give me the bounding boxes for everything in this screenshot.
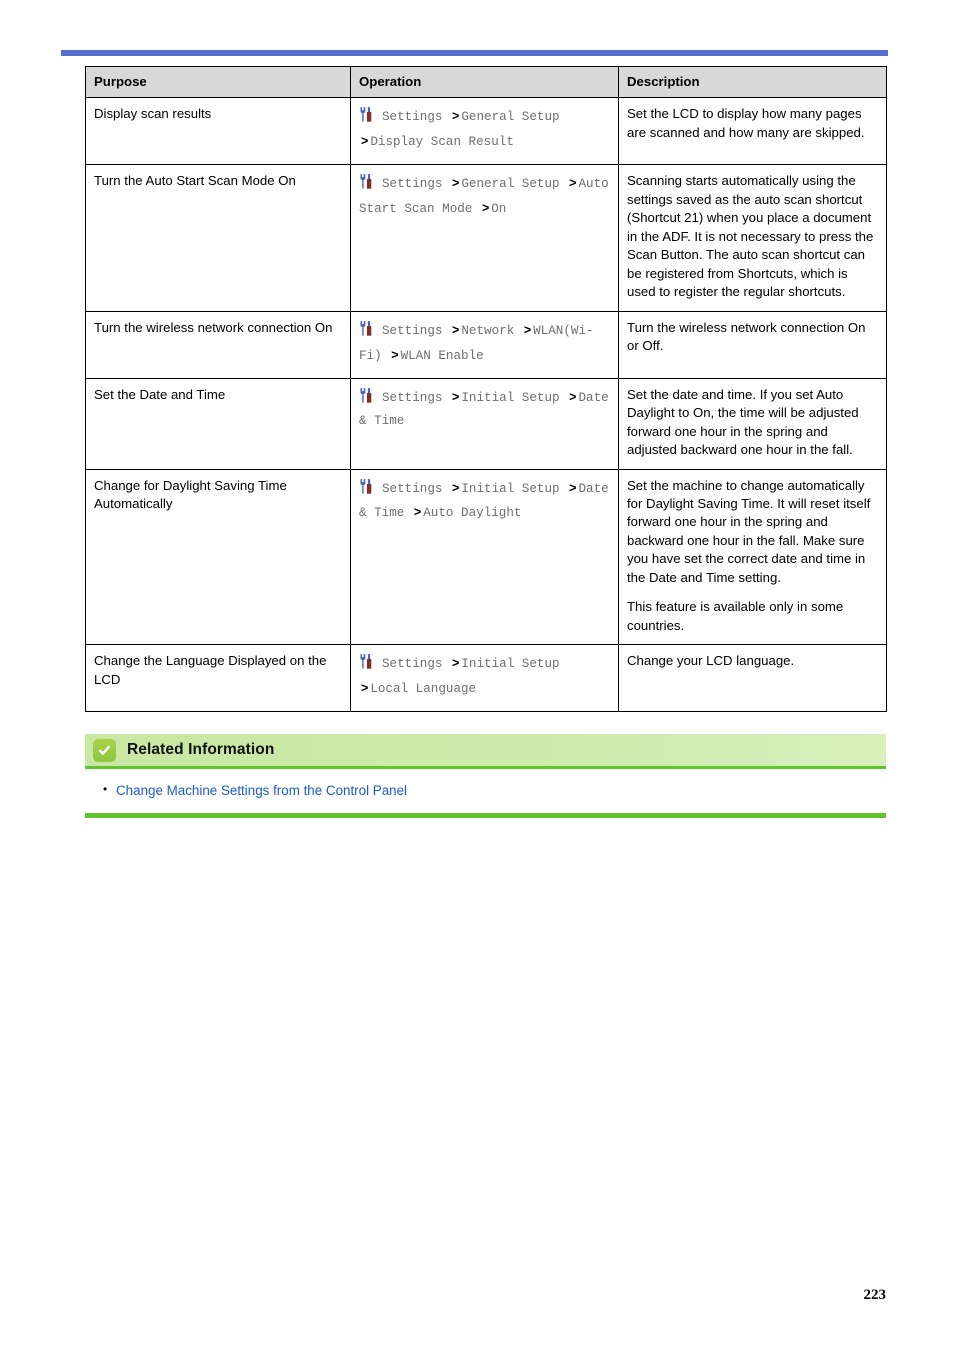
- cell-operation: Settings > Initial Setup > Date & Time > Au…: [350, 468, 619, 646]
- cell-operation: Settings > Initial Setup > Date & Time: [350, 377, 619, 470]
- path-segment: On: [491, 202, 507, 217]
- cell-description: Scanning starts automatically using the …: [618, 164, 887, 312]
- cell-purpose: Set the Date and Time: [85, 377, 351, 470]
- description-paragraph: Scanning starts automatically using the …: [627, 173, 874, 300]
- description-paragraph: Change your LCD language.: [627, 653, 795, 669]
- cell-purpose: Turn the Auto Start Scan Mode On: [85, 164, 351, 312]
- page-number: 223: [863, 1287, 887, 1303]
- cell-purpose: Change the Language Displayed on the LCD: [85, 644, 351, 713]
- table-row: Turn the wireless network connection On S…: [85, 310, 887, 379]
- operation-path: Settings > Initial Setup > Local Language: [359, 652, 610, 702]
- path-segment: General Setup: [461, 177, 560, 192]
- table-row: Change the Language Displayed on the LCD…: [85, 644, 887, 713]
- path-separator-icon: >: [523, 322, 532, 337]
- table-header-row: Purpose Operation Description: [85, 65, 887, 99]
- operation-path: Settings > General Setup > Display Scan Re…: [359, 105, 610, 155]
- related-information-link-list: Change Machine Settings from the Control…: [85, 769, 886, 813]
- path-segment: Settings: [382, 177, 443, 192]
- check-badge-icon: [93, 738, 116, 762]
- path-segment: Initial Setup: [461, 657, 560, 672]
- related-information-title: Related Information: [127, 741, 275, 758]
- cell-description: Set the machine to change automatically …: [618, 468, 887, 646]
- table-row: Set the Date and Time Settings > Initial S…: [85, 377, 887, 470]
- cell-purpose: Display scan results: [85, 97, 351, 166]
- table-body: Display scan results Settings > General Se…: [85, 97, 887, 713]
- cell-purpose: Turn the wireless network connection On: [85, 310, 351, 379]
- path-segment: Auto Daylight: [423, 506, 522, 521]
- operation-path: Settings > Network > WLAN(Wi-Fi) > WLAN Ena…: [359, 319, 610, 369]
- path-segment: Settings: [382, 657, 443, 672]
- cell-description: Set the date and time. If you set Auto D…: [618, 377, 887, 470]
- path-segment: Display Scan Result: [370, 135, 514, 150]
- table-row: Turn the Auto Start Scan Mode On Settings…: [85, 164, 887, 312]
- path-separator-icon: >: [452, 656, 460, 671]
- path-segment: Local Language: [370, 682, 477, 697]
- cell-description: Change your LCD language.: [618, 644, 887, 713]
- list-item: Change Machine Settings from the Control…: [85, 781, 886, 801]
- description-paragraph: This feature is available only in some c…: [627, 599, 844, 633]
- description-paragraph: Turn the wireless network connection On …: [627, 319, 866, 354]
- description-paragraph: Set the machine to change automatically …: [627, 477, 871, 585]
- path-separator-icon: >: [391, 347, 399, 362]
- table-header: Purpose Operation Description: [85, 65, 887, 99]
- path-separator-icon: >: [569, 480, 577, 495]
- column-header-operation: Operation: [350, 65, 619, 99]
- settings-tools-icon: [359, 106, 376, 123]
- related-information-block: Related Information Change Machine Setti…: [85, 734, 886, 818]
- column-header-description: Description: [618, 65, 887, 99]
- path-segment: WLAN Enable: [400, 348, 484, 363]
- path-segment: Settings: [382, 390, 443, 405]
- operation-path: Settings > General Setup > Auto Start Scan…: [359, 172, 610, 222]
- operation-path: Settings > Initial Setup > Date & Time > Au…: [359, 477, 610, 527]
- related-information-header: Related Information: [85, 734, 886, 769]
- column-header-purpose: Purpose: [85, 65, 351, 99]
- path-separator-icon: >: [452, 176, 460, 191]
- path-segment: Settings: [382, 481, 443, 496]
- settings-reference-table: Purpose Operation Description Display sc…: [85, 65, 887, 713]
- cell-description: Set the LCD to display how many pages ar…: [618, 97, 887, 166]
- path-segment: Settings: [382, 323, 443, 338]
- path-separator-icon: >: [452, 480, 460, 495]
- cell-operation: Settings > General Setup > Auto Start Scan…: [350, 164, 619, 312]
- path-separator-icon: >: [569, 389, 577, 404]
- related-information-link[interactable]: Change Machine Settings from the Control…: [116, 783, 407, 798]
- settings-tools-icon: [359, 653, 376, 670]
- cell-purpose: Change for Daylight Saving Time Automati…: [85, 468, 351, 646]
- document-page: Purpose Operation Description Display sc…: [0, 0, 954, 1350]
- cell-operation: Settings > General Setup > Display Scan Re…: [350, 97, 619, 166]
- related-information-bottom-rule: [85, 812, 886, 818]
- path-separator-icon: >: [361, 134, 369, 149]
- path-separator-icon: >: [361, 681, 369, 696]
- path-segment: Initial Setup: [461, 390, 560, 405]
- path-separator-icon: >: [452, 389, 460, 404]
- path-segment: General Setup: [461, 110, 560, 125]
- path-segment: Initial Setup: [461, 481, 560, 496]
- path-separator-icon: >: [413, 505, 422, 520]
- cell-operation: Settings > Initial Setup > Local Language: [350, 644, 619, 713]
- table-row: Change for Daylight Saving Time Automati…: [85, 468, 887, 646]
- settings-tools-icon: [359, 173, 376, 190]
- path-segment: Settings: [382, 110, 443, 125]
- path-separator-icon: >: [481, 201, 490, 216]
- cell-operation: Settings > Network > WLAN(Wi-Fi) > WLAN Ena…: [350, 310, 619, 379]
- settings-tools-icon: [359, 478, 376, 495]
- settings-tools-icon: [359, 320, 376, 337]
- description-paragraph: Set the date and time. If you set Auto D…: [627, 386, 859, 458]
- page-top-accent-rule: [61, 50, 888, 56]
- operation-path: Settings > Initial Setup > Date & Time: [359, 386, 610, 435]
- cell-description: Turn the wireless network connection On …: [618, 310, 887, 379]
- path-separator-icon: >: [452, 322, 460, 337]
- path-separator-icon: >: [452, 109, 460, 124]
- path-separator-icon: >: [569, 176, 577, 191]
- description-paragraph: Set the LCD to display how many pages ar…: [627, 106, 865, 140]
- table-row: Display scan results Settings > General Se…: [85, 97, 887, 166]
- settings-tools-icon: [359, 387, 376, 404]
- path-segment: Network: [461, 323, 515, 338]
